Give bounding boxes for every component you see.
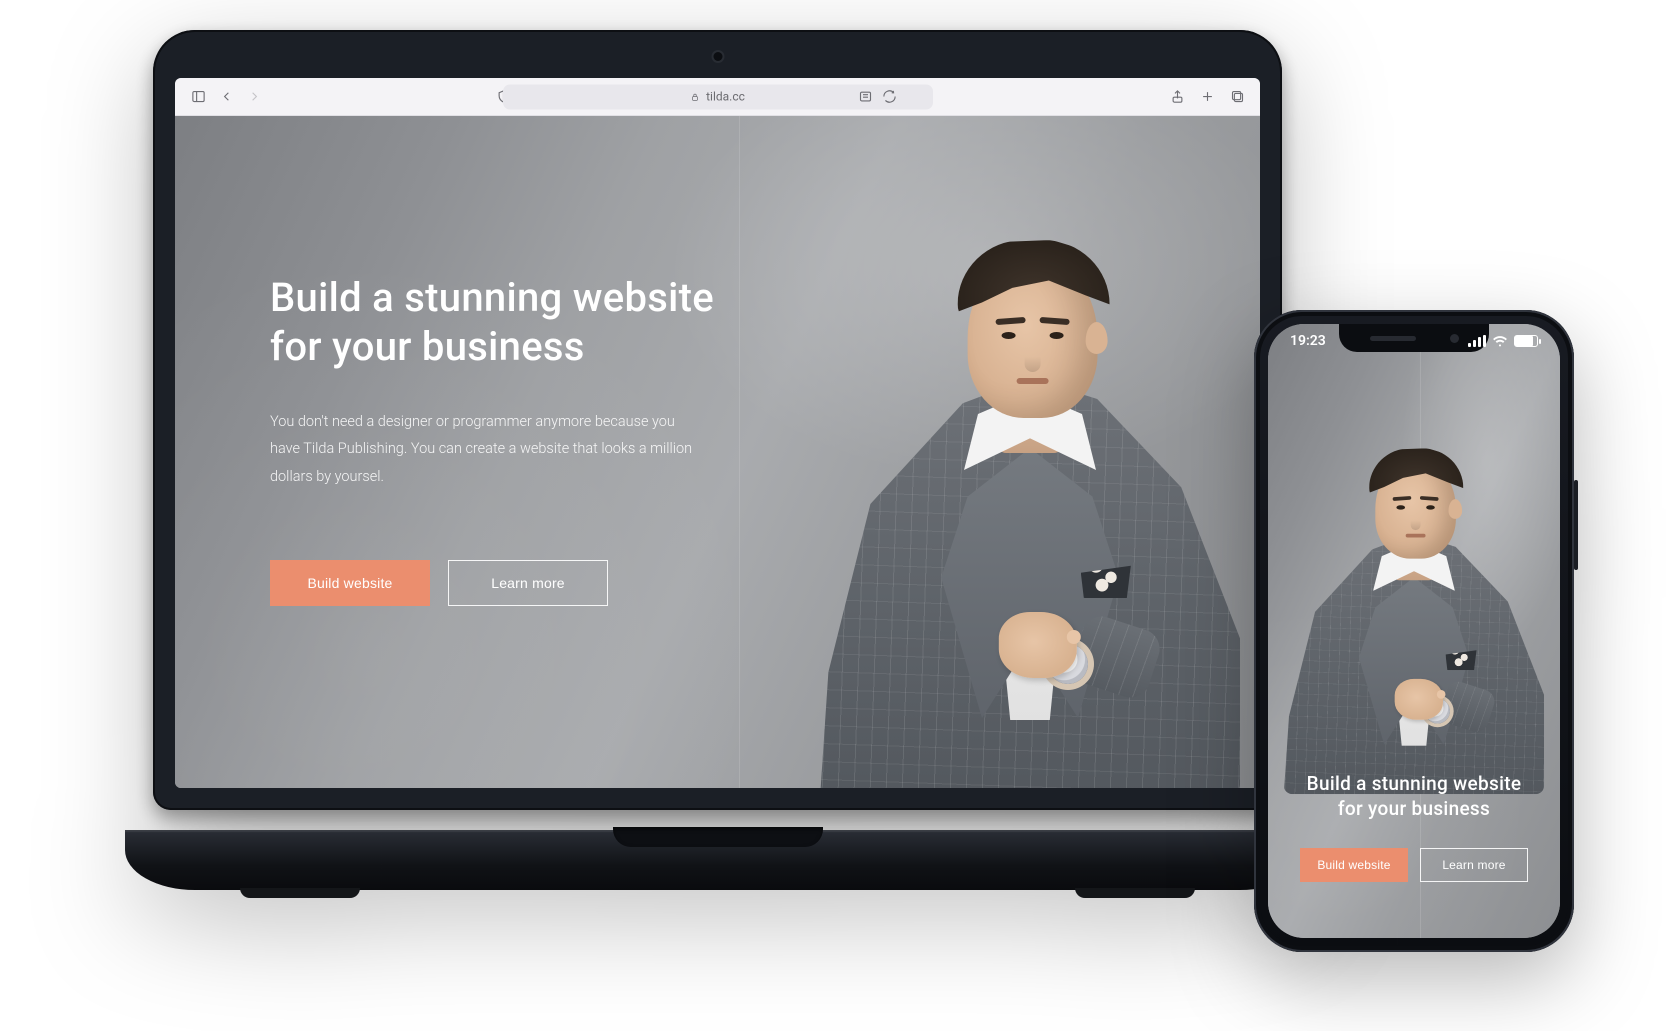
build-website-button[interactable]: Build website [270,560,430,606]
wifi-icon [1492,335,1508,347]
laptop-base [125,830,1310,890]
hero-copy: Build a stunning website for your busine… [270,274,770,606]
phone-mockup: 19:23 [1254,310,1574,952]
hero-person-image [820,208,1240,788]
status-right [1468,335,1538,347]
status-time: 19:23 [1290,333,1326,349]
build-website-button[interactable]: Build website [1300,848,1408,882]
browser-toolbar: tilda.cc [175,78,1260,116]
phone-body: 19:23 [1254,310,1574,952]
hero-title-line2: for your business [270,323,585,370]
hero-person-image [1284,428,1544,788]
chevron-right-icon[interactable] [245,88,263,106]
learn-more-button[interactable]: Learn more [448,560,608,606]
hero-title-line1: Build a stunning website [270,274,714,321]
toolbar-right [1168,88,1246,106]
phone-hero-section: Build a stunning websitefor your busines… [1268,324,1560,938]
refresh-icon[interactable] [880,88,898,106]
laptop-foot [1075,888,1195,898]
chevron-left-icon[interactable] [217,88,235,106]
lock-icon [690,92,700,102]
plus-icon[interactable] [1198,88,1216,106]
laptop-lid: tilda.cc [153,30,1282,810]
hero-title: Build a stunning website for your busine… [270,274,770,372]
learn-more-button[interactable]: Learn more [1420,848,1528,882]
phone-hero-title: Build a stunning websitefor your busines… [1284,771,1544,822]
hero-cta-row: Build website Learn more [270,560,770,606]
phone-screen: 19:23 [1268,324,1560,938]
laptop-mockup: tilda.cc [125,30,1310,890]
battery-icon [1514,335,1538,347]
laptop-screen: tilda.cc [175,78,1260,788]
laptop-camera-icon [713,52,722,61]
sidebar-icon[interactable] [189,88,207,106]
reader-icon[interactable] [856,88,874,106]
hero-section: Build a stunning website for your busine… [175,116,1260,788]
phone-hero-cta-row: Build website Learn more [1284,848,1544,882]
share-icon[interactable] [1168,88,1186,106]
address-bar-host: tilda.cc [706,90,745,104]
laptop-trackpad-notch [613,827,823,847]
hero-subtitle: You don't need a designer or programmer … [270,408,700,491]
phone-status-bar: 19:23 [1268,328,1560,354]
url-right-controls [856,88,898,106]
phone-side-button [1574,480,1578,570]
phone-hero-copy: Build a stunning websitefor your busines… [1284,771,1544,882]
laptop-foot [240,888,360,898]
tabs-icon[interactable] [1228,88,1246,106]
signal-icon [1468,335,1486,347]
